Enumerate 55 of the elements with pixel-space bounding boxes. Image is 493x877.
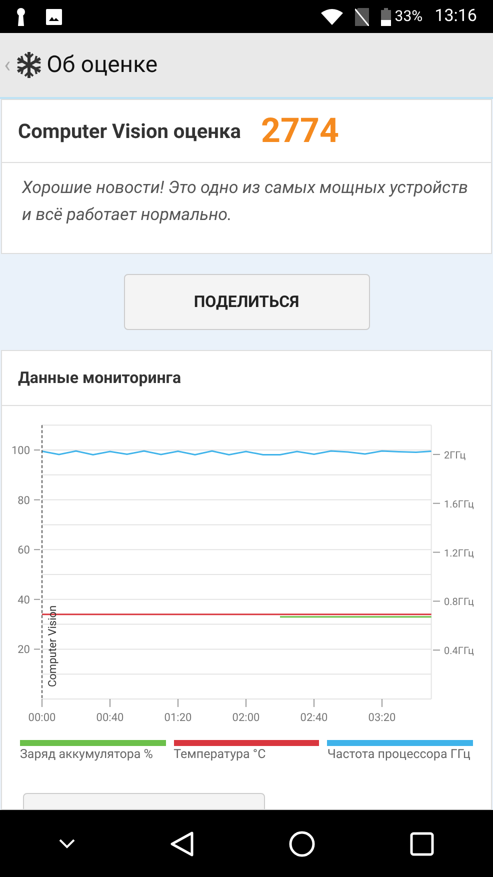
- battery-percentage: 33%: [394, 6, 423, 28]
- chevron-down-icon[interactable]: [59, 838, 76, 848]
- y-axis-label: 100: [11, 444, 40, 457]
- legend-label: Частота процессора ГГц: [327, 746, 472, 764]
- legend-label: Заряд аккумулятора %: [20, 746, 154, 764]
- x-axis-label: 02:40: [300, 698, 328, 724]
- y-axis-label: 0.4ГГц: [432, 646, 474, 658]
- image-icon: [46, 8, 62, 24]
- y-tick-label: 60: [18, 544, 30, 557]
- x-axis-label: 00:40: [96, 698, 124, 724]
- y2-tick-label: 0.4ГГц: [444, 646, 474, 658]
- y-axis-label: 20: [18, 643, 40, 656]
- y2-tick-label: 2ГГц: [444, 450, 466, 462]
- screen-title: Об оценке: [46, 50, 158, 80]
- y-tick-label: 20: [18, 643, 30, 656]
- x-axis-label: 03:20: [368, 698, 396, 724]
- y-tick-label: 100: [11, 444, 30, 457]
- legend-label: Температура °C: [174, 746, 267, 764]
- y-axis-label: 80: [18, 494, 40, 507]
- x-tick-label: 00:40: [96, 711, 124, 724]
- x-tick-label: 03:20: [368, 711, 396, 724]
- x-tick-label: 02:00: [232, 711, 260, 724]
- x-tick-label: 02:40: [300, 711, 328, 724]
- y-axis-label: 0.8ГГц: [432, 597, 474, 608]
- y-axis-label: 1.6ГГц: [432, 499, 474, 510]
- y2-tick-label: 1.6ГГц: [444, 499, 474, 510]
- back-icon[interactable]: [170, 830, 194, 856]
- keyhole-icon: [16, 8, 26, 26]
- no-sim-icon: [354, 8, 369, 26]
- x-axis-label: 00:00: [28, 698, 56, 724]
- x-axis-label: 02:00: [232, 698, 260, 724]
- x-tick-label: 00:00: [28, 711, 56, 724]
- x-axis-label: 01:20: [164, 698, 192, 724]
- result-message: Хорошие новости! Это одно из самых мощных устройств и всё работает нормально.: [20, 177, 470, 227]
- score-value: 2774: [260, 110, 339, 152]
- clock: 13:16: [434, 4, 477, 28]
- snowflake-icon: [14, 51, 43, 79]
- y-axis-label: 60: [18, 544, 40, 557]
- y2-tick-label: 0.8ГГц: [444, 597, 474, 608]
- recents-icon[interactable]: [410, 832, 434, 856]
- battery-icon: [380, 8, 391, 26]
- y-tick-label: 80: [18, 494, 30, 507]
- y-axis-label: 40: [18, 593, 40, 606]
- marker-annotation: Computer Vision: [42, 424, 59, 700]
- annotation: Computer Vision: [46, 605, 59, 687]
- y-axis-label: 1.2ГГц: [432, 548, 474, 560]
- y-axis-label: 2ГГц: [432, 450, 466, 462]
- y-tick-label: 40: [18, 593, 30, 606]
- section-title: Данные мониторинга: [18, 367, 182, 389]
- x-tick-label: 01:20: [164, 711, 192, 724]
- home-icon[interactable]: [288, 830, 315, 856]
- y2-tick-label: 1.2ГГц: [444, 548, 474, 560]
- wifi-icon: [320, 8, 343, 24]
- score-label: Computer Vision оценка: [18, 118, 241, 145]
- share-button[interactable]: ПОДЕЛИТЬСЯ: [124, 274, 370, 330]
